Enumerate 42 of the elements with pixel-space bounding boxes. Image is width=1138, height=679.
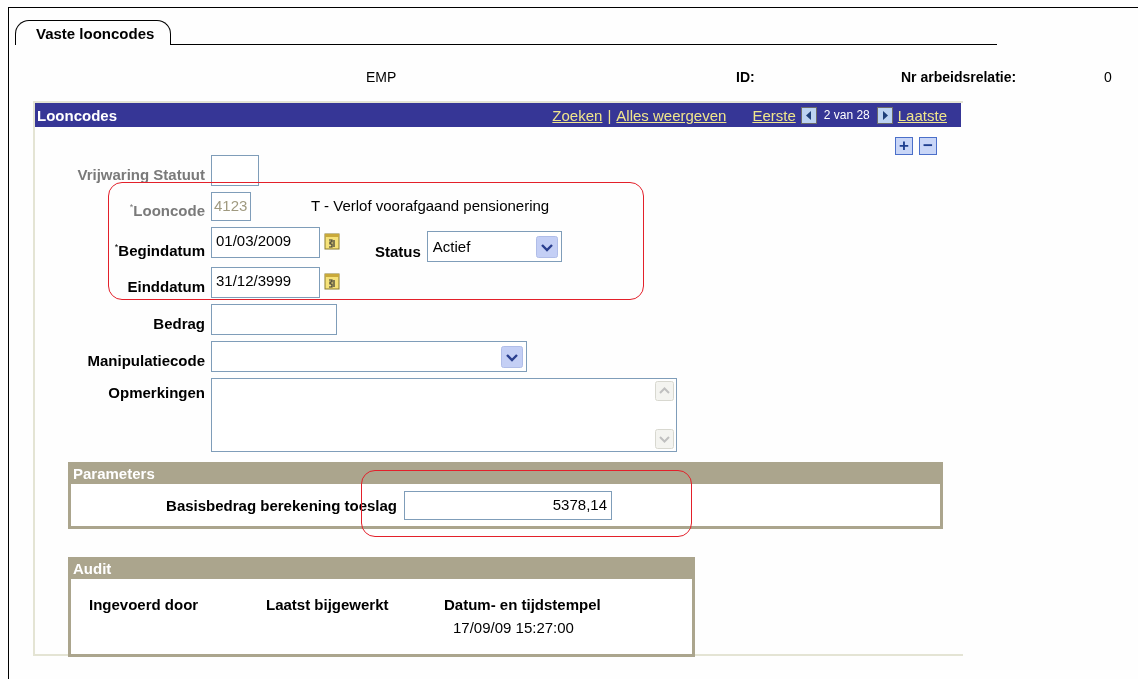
field-label: Manipulatiecode (86, 352, 206, 371)
section-title: Parameters (73, 464, 155, 482)
nav-link[interactable]: Alles weergeven (616, 106, 727, 124)
audit-label: Ingevoerd door (89, 596, 200, 613)
header-value: EMP (366, 69, 398, 87)
first-link[interactable]: Eerste (752, 106, 796, 124)
dropdown-icon[interactable] (535, 235, 558, 258)
section-title: Audit (73, 559, 112, 577)
input-field[interactable] (211, 304, 337, 335)
field-label: $^{*}$Looncode (128, 202, 206, 221)
last-link[interactable]: Laatste (897, 106, 947, 124)
select-field[interactable] (211, 341, 527, 372)
link-separator: | (607, 106, 612, 124)
amount-field[interactable]: 5378,14 (404, 490, 612, 520)
record-counter: 2 van 28 (823, 108, 870, 122)
date-field[interactable]: 31/12/3999 (211, 267, 320, 298)
calendar-icon[interactable] (324, 232, 341, 250)
header-label: ID: (736, 69, 756, 87)
audit-label: Laatst bijgewerkt (266, 596, 390, 613)
audit-label: Datum- en tijdstempel (444, 596, 602, 613)
page-tab[interactable]: Vaste looncodes (15, 20, 172, 45)
field-label: Einddatum (126, 278, 206, 297)
nav-link[interactable]: Zoeken (552, 106, 603, 124)
date-field[interactable]: 01/03/2009 (211, 227, 320, 258)
next-icon[interactable] (876, 106, 893, 124)
audit-value: 17/09/09 15:27:00 (452, 619, 575, 636)
add-row-button[interactable]: + (895, 137, 913, 155)
field-label: $^{*}$Begindatum (113, 242, 206, 261)
dropdown-icon[interactable] (501, 345, 523, 368)
header-label: Nr arbeidsrelatie: (901, 69, 1018, 87)
field-label: Bedrag (152, 315, 206, 334)
header-value: 0 (1104, 69, 1113, 87)
code-description: T - Verlof voorafgaand pensionering (311, 197, 550, 214)
field-label: Vrijwaring Statuut (76, 166, 206, 185)
calendar-icon[interactable] (324, 272, 341, 290)
field-label: Opmerkingen (107, 383, 206, 403)
delete-row-button[interactable]: − (919, 137, 937, 155)
previous-icon[interactable] (800, 106, 817, 124)
field-label: Status (375, 243, 421, 260)
panel-title: Looncodes (37, 106, 117, 124)
status-select[interactable]: Actief (426, 231, 562, 262)
input-field[interactable] (211, 155, 259, 186)
